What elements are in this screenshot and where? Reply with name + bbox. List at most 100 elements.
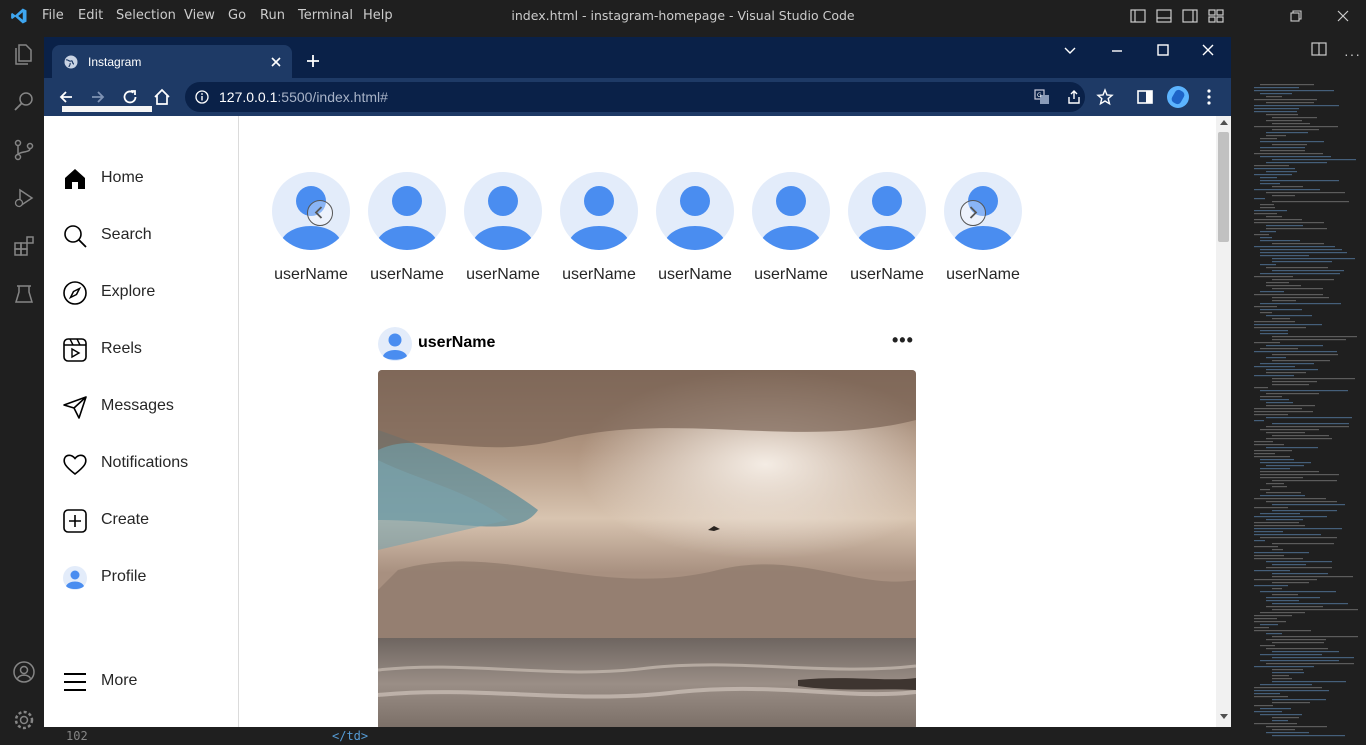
vscode-titlebar: File Edit Selection View Go Run Terminal… <box>0 0 1366 32</box>
bookmark-star-icon[interactable] <box>1096 88 1114 106</box>
post-username[interactable]: userName <box>418 334 495 352</box>
toggle-primary-sidebar-icon[interactable] <box>1128 6 1148 26</box>
post-more-options-icon[interactable]: ••• <box>892 330 914 351</box>
post-header: userName ••• <box>378 326 918 362</box>
sidebar-item-profile[interactable]: Profile <box>62 563 232 595</box>
sidebar-item-reels[interactable]: Reels <box>62 335 232 367</box>
minimize-icon[interactable] <box>1110 45 1124 57</box>
stories-next-arrow-icon[interactable] <box>960 200 986 226</box>
code-text: </td> <box>332 729 369 743</box>
tab-search-chevron-icon[interactable] <box>1063 45 1077 57</box>
side-panel-icon[interactable] <box>1136 88 1154 106</box>
back-arrow-icon[interactable] <box>58 89 74 105</box>
story-username: userName <box>466 266 540 283</box>
story-avatar[interactable] <box>560 172 638 250</box>
explorer-icon[interactable] <box>12 42 36 66</box>
scroll-down-arrow-icon[interactable] <box>1220 714 1228 719</box>
sidebar-item-label: Notifications <box>101 454 189 471</box>
logo-fragment <box>62 106 152 112</box>
sidebar-item-label: Explore <box>101 283 156 300</box>
story-username: userName <box>946 266 1020 283</box>
toggle-panel-icon[interactable] <box>1154 6 1174 26</box>
more-actions-icon[interactable]: ··· <box>1344 46 1361 62</box>
home-browser-icon[interactable] <box>153 88 171 106</box>
compass-icon <box>63 281 87 305</box>
story-item[interactable]: userName <box>939 172 1027 284</box>
stories-prev-arrow-icon[interactable] <box>307 200 333 226</box>
story-avatar[interactable] <box>848 172 926 250</box>
address-bar[interactable]: 127.0.0.1:5500/index.html# G <box>185 82 1085 112</box>
minimap[interactable] <box>1250 80 1362 740</box>
story-avatar[interactable] <box>752 172 830 250</box>
sidebar: Home Search Explore Reels Messages Notif… <box>44 106 239 727</box>
browser-menu-icon[interactable] <box>1204 88 1214 106</box>
reload-icon[interactable] <box>122 89 138 105</box>
post-avatar[interactable] <box>378 327 412 361</box>
restore-window-icon[interactable] <box>1286 6 1306 26</box>
search-icon[interactable] <box>12 90 36 114</box>
source-control-icon[interactable] <box>12 138 36 162</box>
sidebar-item-label: More <box>101 672 138 689</box>
story-item[interactable]: userName <box>843 172 931 284</box>
new-tab-icon[interactable] <box>306 54 320 68</box>
testing-icon[interactable] <box>12 282 36 306</box>
send-icon <box>63 396 87 419</box>
split-editor-icon[interactable] <box>1310 40 1328 58</box>
story-item[interactable]: userName <box>363 172 451 284</box>
post-image <box>378 370 916 727</box>
url-host: 127.0.0.1 <box>219 89 278 105</box>
sidebar-item-explore[interactable]: Explore <box>62 278 232 310</box>
story-avatar[interactable] <box>368 172 446 250</box>
tab-instagram[interactable]: Instagram <box>52 45 292 78</box>
activity-bar <box>0 32 48 745</box>
scroll-thumb[interactable] <box>1218 132 1229 242</box>
page-scrollbar[interactable] <box>1216 116 1231 727</box>
browser-toolbar: 127.0.0.1:5500/index.html# G <box>44 78 1231 116</box>
sidebar-item-home[interactable]: Home <box>62 164 232 196</box>
story-item[interactable]: userName <box>651 172 739 284</box>
line-number: 102 <box>66 729 88 743</box>
user-avatar-icon <box>376 186 438 250</box>
code-line: 102 </td> <box>48 727 1230 745</box>
globe-icon <box>64 55 78 69</box>
toggle-secondary-sidebar-icon[interactable] <box>1180 6 1200 26</box>
site-info-icon[interactable] <box>195 90 209 104</box>
url-path: :5500/index.html# <box>277 89 388 105</box>
forward-arrow-icon[interactable] <box>90 89 106 105</box>
story-username: userName <box>562 266 636 283</box>
story-username: userName <box>658 266 732 283</box>
settings-gear-icon[interactable] <box>12 708 36 732</box>
maximize-icon[interactable] <box>1156 43 1170 57</box>
sidebar-item-create[interactable]: Create <box>62 506 232 538</box>
story-avatar[interactable] <box>464 172 542 250</box>
share-icon[interactable] <box>1065 88 1083 106</box>
sidebar-item-search[interactable]: Search <box>62 221 232 253</box>
scroll-up-arrow-icon[interactable] <box>1220 120 1228 125</box>
user-avatar-icon <box>568 186 630 250</box>
accounts-icon[interactable] <box>12 660 36 684</box>
story-username: userName <box>370 266 444 283</box>
close-browser-icon[interactable] <box>1201 43 1215 57</box>
profile-avatar-icon[interactable] <box>1167 86 1189 108</box>
story-avatar[interactable] <box>656 172 734 250</box>
story-item[interactable]: userName <box>747 172 835 284</box>
sea-sky-photo <box>378 370 916 727</box>
story-item[interactable]: userName <box>459 172 547 284</box>
translate-icon[interactable]: G <box>1033 88 1051 106</box>
extensions-icon[interactable] <box>12 234 36 258</box>
sidebar-item-messages[interactable]: Messages <box>62 392 232 424</box>
story-item[interactable]: userName <box>267 172 355 284</box>
customize-layout-icon[interactable] <box>1206 6 1226 26</box>
sidebar-item-label: Messages <box>101 397 174 414</box>
run-debug-icon[interactable] <box>12 186 36 210</box>
hamburger-menu-icon <box>64 673 86 691</box>
story-username: userName <box>754 266 828 283</box>
close-window-icon[interactable] <box>1333 6 1353 26</box>
tab-title: Instagram <box>88 55 142 69</box>
sidebar-item-notifications[interactable]: Notifications <box>62 449 232 481</box>
close-tab-icon[interactable] <box>270 56 282 68</box>
story-item[interactable]: userName <box>555 172 643 284</box>
sidebar-item-more[interactable]: More <box>62 667 232 699</box>
tab-strip: Instagram <box>44 37 1231 78</box>
url-text: 127.0.0.1:5500/index.html# <box>219 89 388 105</box>
